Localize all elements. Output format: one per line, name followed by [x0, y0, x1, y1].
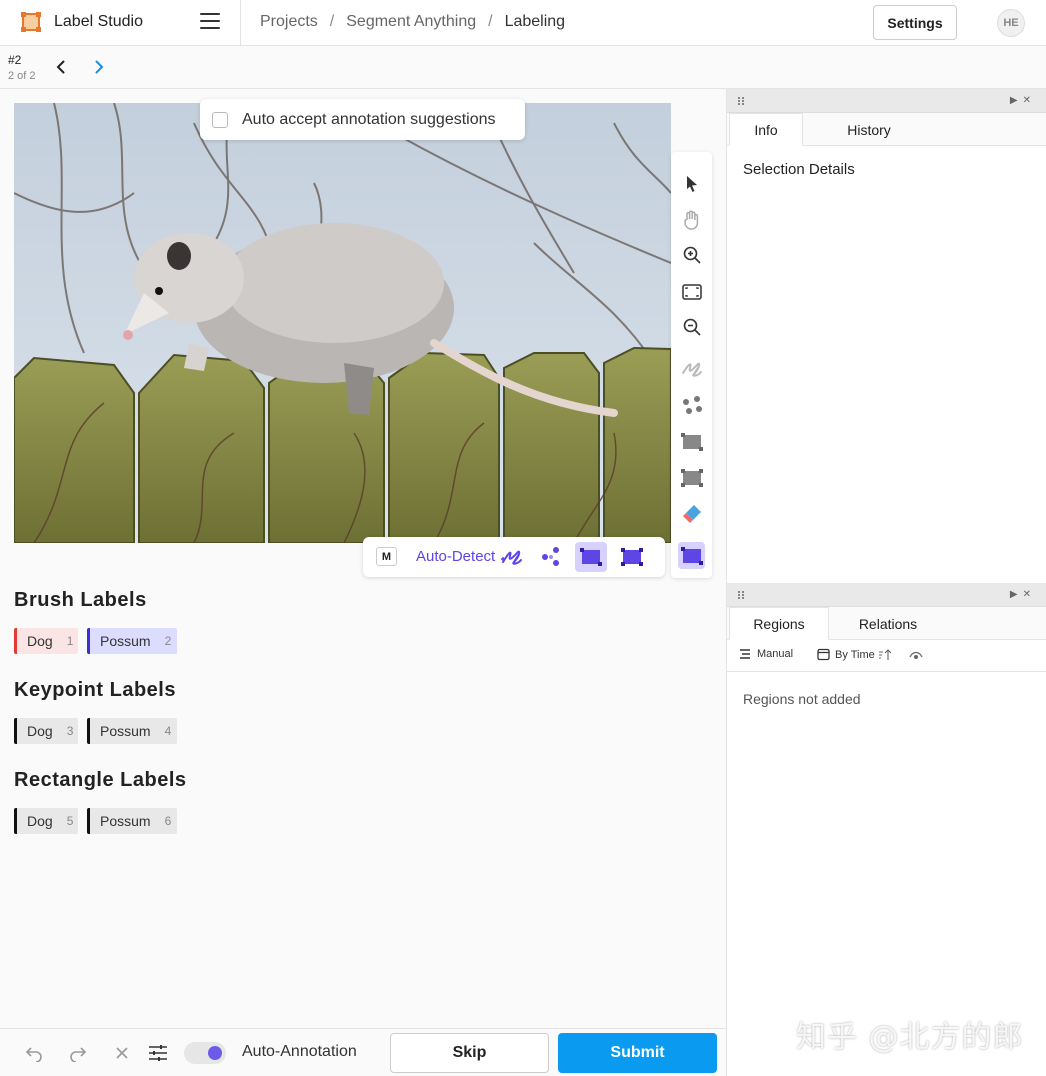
avatar[interactable]: HE	[997, 9, 1025, 37]
task-id: #2	[8, 53, 22, 67]
task-navigation: #2 2 of 2	[0, 47, 1046, 89]
breadcrumb-separator: /	[488, 13, 493, 30]
auto-detect-label: Auto-Detect	[416, 548, 496, 565]
label-hotkey: 6	[164, 814, 172, 828]
label-name: Possum	[100, 813, 151, 829]
eraser-icon[interactable]	[678, 500, 705, 527]
hotkey-badge: M	[376, 547, 397, 566]
regions-panel: ▶✕ Regions Relations Manual By Time Regi…	[726, 583, 1046, 1076]
label-name: Possum	[100, 633, 151, 649]
pointer-icon[interactable]	[678, 170, 705, 197]
breadcrumb: Projects / Segment Anything / Labeling	[260, 13, 565, 31]
breadcrumb-current: Labeling	[504, 13, 566, 30]
brush-labels-heading: Brush Labels	[14, 589, 147, 611]
magic-brush-icon[interactable]	[496, 542, 528, 572]
magic-rectangle-icon[interactable]	[575, 542, 607, 572]
hand-icon[interactable]	[678, 206, 705, 233]
panel-controls[interactable]: ▶✕	[1010, 589, 1036, 600]
settings-button[interactable]: Settings	[873, 5, 957, 40]
visibility-icon[interactable]	[909, 650, 923, 660]
zoom-out-icon[interactable]	[678, 313, 705, 340]
auto-accept-checkbox[interactable]	[212, 111, 228, 128]
label-tag-possum-keypoint[interactable]: Possum 4	[87, 718, 177, 744]
sort-manual-button[interactable]: Manual	[739, 648, 793, 660]
info-tabs: Info History	[727, 113, 1046, 146]
sort-by-time-button[interactable]: By Time	[817, 648, 892, 661]
label-name: Dog	[27, 723, 53, 739]
close-icon[interactable]	[112, 1043, 132, 1063]
skip-button[interactable]: Skip	[390, 1033, 549, 1073]
grip-icon[interactable]	[737, 590, 745, 600]
tab-history[interactable]: History	[817, 113, 921, 146]
auto-accept-panel: Auto accept annotation suggestions	[200, 99, 525, 140]
settings-sliders-icon[interactable]	[148, 1043, 168, 1063]
label-tag-dog-rectangle[interactable]: Dog 5	[14, 808, 78, 834]
auto-annotation-label: Auto-Annotation	[242, 1043, 357, 1060]
undo-icon[interactable]	[24, 1043, 44, 1063]
chevron-right-icon[interactable]	[90, 58, 108, 76]
breadcrumb-project[interactable]: Segment Anything	[346, 13, 476, 30]
panel-controls[interactable]: ▶✕	[1010, 95, 1036, 106]
fit-icon[interactable]	[678, 278, 705, 305]
top-header: Label Studio Projects / Segment Anything / L…	[0, 0, 1046, 46]
regions-divider	[727, 671, 1046, 672]
regions-empty-text: Regions not added	[743, 691, 861, 707]
vertical-toolbar	[671, 152, 712, 578]
calendar-icon	[817, 648, 830, 661]
tab-relations[interactable]: Relations	[837, 607, 939, 640]
app-title: Label Studio	[54, 13, 143, 30]
tab-regions[interactable]: Regions	[729, 607, 829, 640]
label-hotkey: 1	[66, 634, 74, 648]
watermark: 知乎 @北方的郎	[796, 1020, 1024, 1055]
label-tag-dog-brush[interactable]: Dog 1	[14, 628, 78, 654]
label-name: Possum	[100, 723, 151, 739]
regions-tabs: Regions Relations	[727, 607, 1046, 640]
header-divider	[240, 0, 241, 46]
sort-order-icon[interactable]	[878, 648, 892, 661]
auto-detect-toolbar: M Auto-Detect	[363, 537, 665, 577]
zoom-in-icon[interactable]	[678, 241, 705, 268]
label-hotkey: 4	[164, 724, 172, 738]
chevron-left-icon[interactable]	[52, 58, 70, 76]
auto-accept-label: Auto accept annotation suggestions	[242, 110, 496, 128]
sort-by-label: By Time	[835, 648, 875, 661]
magic-rectangle-alt-icon[interactable]	[616, 542, 648, 572]
list-icon	[740, 649, 750, 659]
breadcrumb-projects[interactable]: Projects	[260, 13, 318, 30]
info-panel: ▶✕ Info History Selection Details	[726, 89, 1046, 583]
sort-manual-label: Manual	[757, 648, 794, 660]
panel-drag-handle[interactable]: ▶✕	[727, 583, 1046, 607]
label-hotkey: 2	[164, 634, 172, 648]
grip-icon[interactable]	[737, 96, 745, 106]
toggle-knob	[208, 1046, 222, 1060]
keypoint-icon[interactable]	[678, 392, 705, 419]
auto-annotation-toggle[interactable]	[184, 1042, 226, 1064]
rectangle-icon[interactable]	[678, 428, 705, 455]
task-count: 2 of 2	[8, 70, 36, 82]
tab-info[interactable]: Info	[729, 113, 803, 146]
logo-icon[interactable]	[20, 11, 42, 33]
keypoint-labels-heading: Keypoint Labels	[14, 679, 176, 701]
label-name: Dog	[27, 633, 53, 649]
label-hotkey: 5	[66, 814, 74, 828]
selection-details-title: Selection Details	[743, 161, 855, 178]
breadcrumb-separator: /	[329, 13, 335, 30]
magic-keypoint-icon[interactable]	[535, 542, 567, 572]
bottom-action-bar: Auto-Annotation Skip Submit	[0, 1028, 726, 1076]
submit-button[interactable]: Submit	[558, 1033, 717, 1073]
brush-icon[interactable]	[678, 356, 705, 383]
label-tag-possum-brush[interactable]: Possum 2	[87, 628, 177, 654]
rectangle-alt-icon[interactable]	[678, 464, 705, 491]
possum-image[interactable]	[14, 103, 671, 543]
hamburger-icon[interactable]	[200, 13, 220, 31]
rectangle-labels-heading: Rectangle Labels	[14, 769, 187, 791]
label-tag-dog-keypoint[interactable]: Dog 3	[14, 718, 78, 744]
label-name: Dog	[27, 813, 53, 829]
redo-icon[interactable]	[68, 1043, 88, 1063]
label-hotkey: 3	[66, 724, 74, 738]
rectangle-active-icon[interactable]	[678, 542, 705, 569]
image-canvas[interactable]	[14, 103, 671, 543]
panel-drag-handle[interactable]: ▶✕	[727, 89, 1046, 113]
label-tag-possum-rectangle[interactable]: Possum 6	[87, 808, 177, 834]
